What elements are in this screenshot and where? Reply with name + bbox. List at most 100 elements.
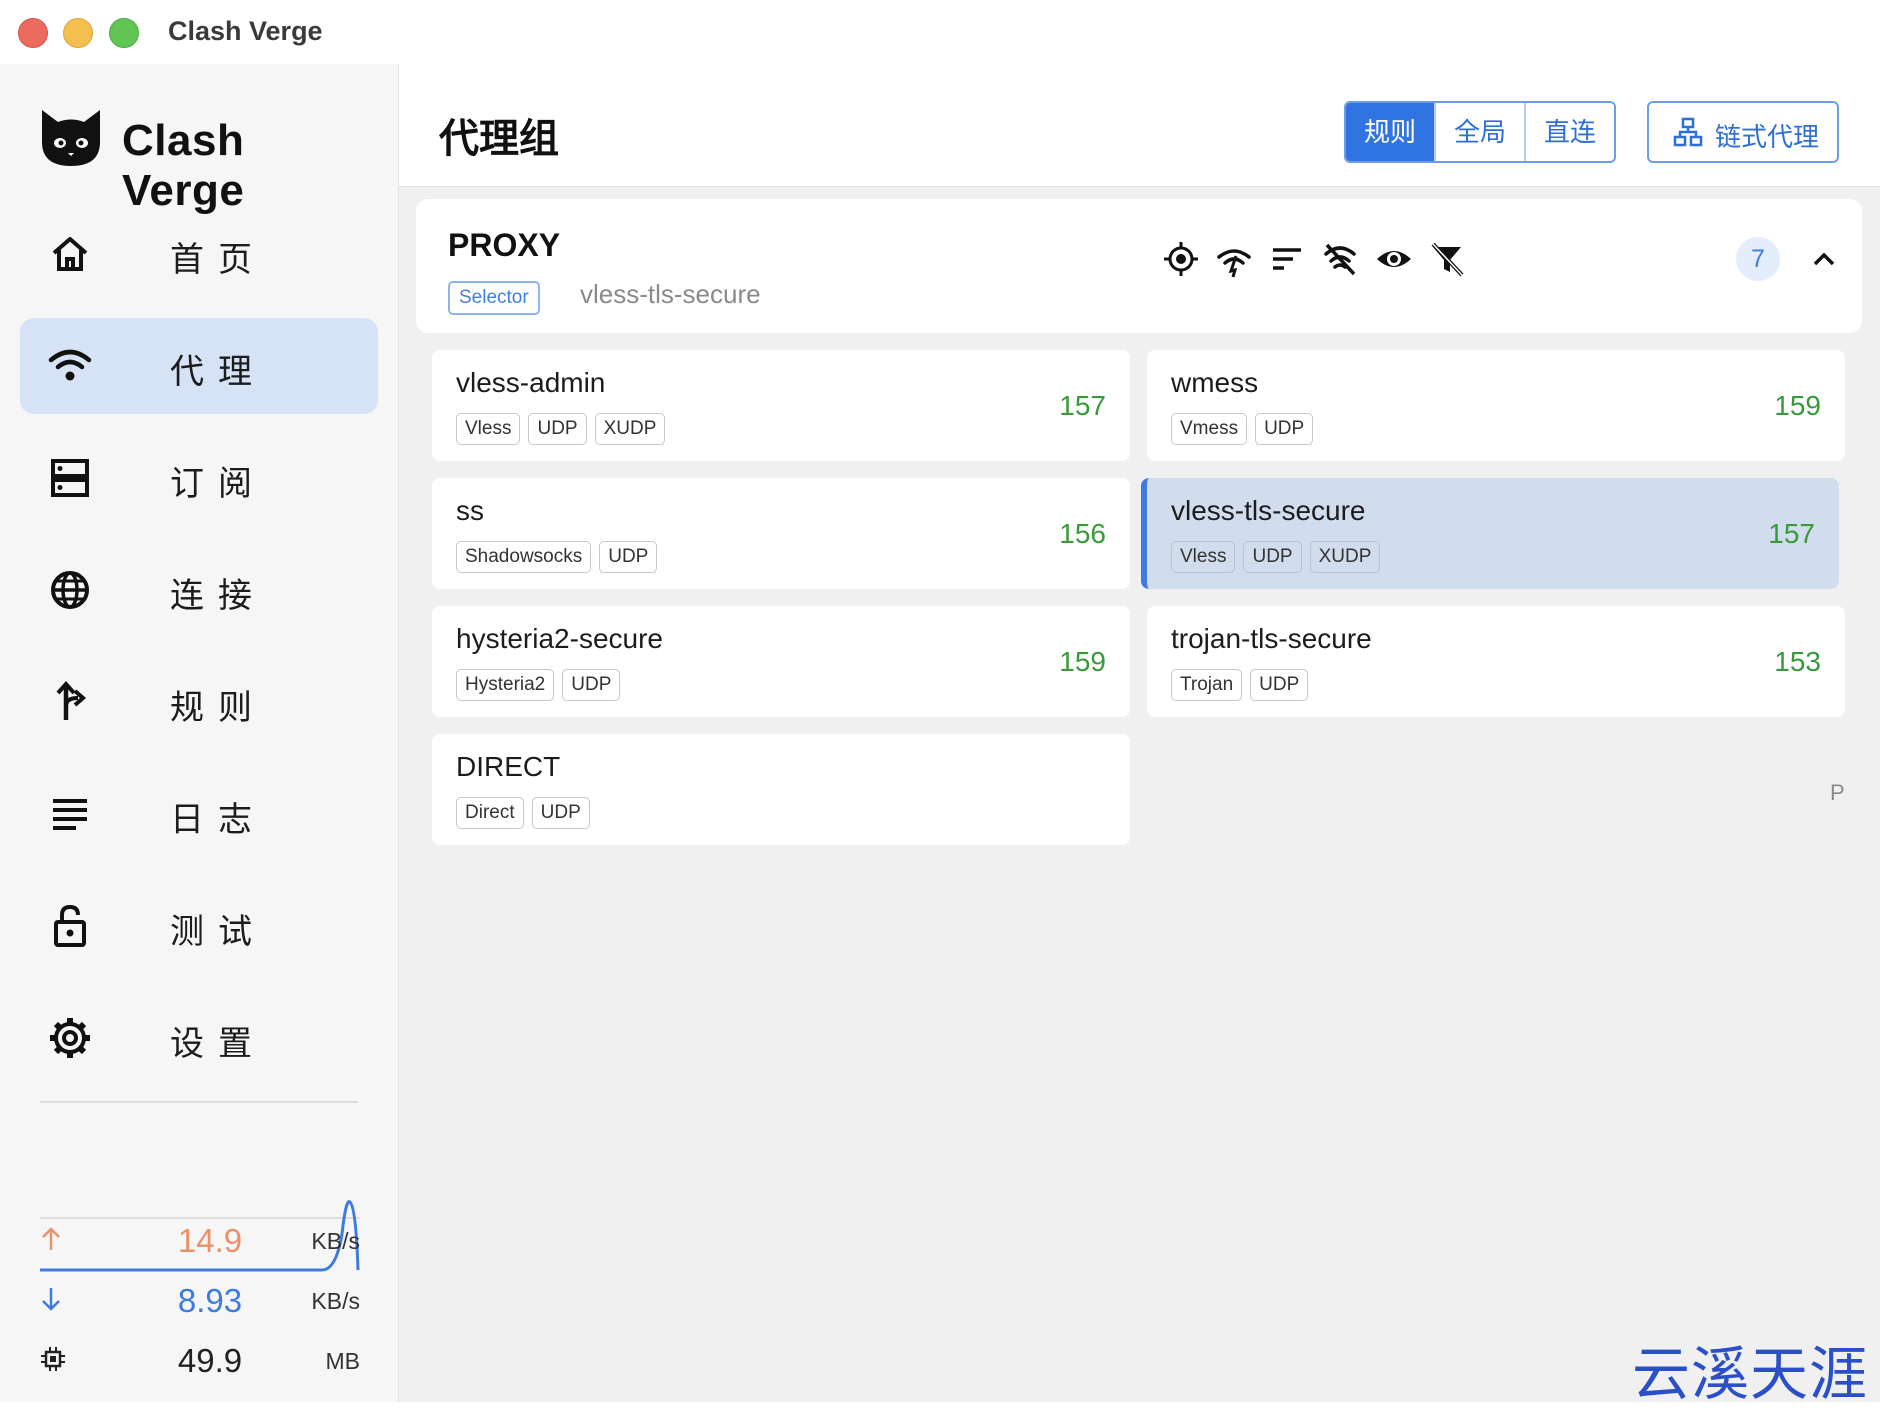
close-window-button[interactable] <box>18 18 48 48</box>
proxy-card[interactable]: wmess Vmess UDP 159 <box>1147 350 1845 461</box>
protocol-tag: Trojan <box>1171 669 1243 701</box>
udp-tag: UDP <box>599 541 658 573</box>
protocol-tag: Shadowsocks <box>456 541 592 573</box>
mode-direct-button[interactable]: 直连 <box>1526 103 1614 161</box>
server-icon <box>51 459 89 497</box>
brand: Clash Verge <box>38 104 378 215</box>
udp-tag: UDP <box>562 669 621 701</box>
memory-unit: MB <box>325 1348 361 1374</box>
mode-global-button[interactable]: 全局 <box>1436 103 1526 161</box>
protocol-tag: Direct <box>456 797 524 829</box>
home-icon <box>52 237 88 271</box>
page-title: 代理组 <box>439 117 559 161</box>
chain-proxy-button[interactable]: 链式代理 <box>1647 101 1839 163</box>
hierarchy-icon <box>1673 117 1703 147</box>
sidebar-item-label: 日志 <box>170 801 266 839</box>
proxy-tags: Shadowsocks UDP <box>456 541 658 573</box>
arrow-down-icon <box>42 1288 60 1311</box>
arrow-up-icon <box>42 1227 60 1250</box>
sidebar-item-rules[interactable]: 规则 <box>20 654 378 750</box>
download-speed: 8.93 KB/s <box>40 1276 360 1326</box>
scroll-index-letter[interactable]: P <box>1830 780 1845 806</box>
chain-proxy-label: 链式代理 <box>1715 122 1820 152</box>
main-content: 代理组 规则 全局 直连 链式代理 PROXY Selector vless-t… <box>399 64 1880 1402</box>
gear-icon <box>50 1018 90 1058</box>
proxy-delay[interactable]: 157 <box>1768 518 1815 550</box>
cat-logo-icon <box>42 110 100 166</box>
proxy-tags: Hysteria2 UDP <box>456 669 621 701</box>
filter-off-icon[interactable] <box>1427 239 1467 279</box>
minimize-window-button[interactable] <box>63 18 93 48</box>
sidebar-item-test[interactable]: 测试 <box>20 878 378 974</box>
sidebar-item-label: 设置 <box>170 1025 266 1063</box>
download-value: 8.93 <box>177 1282 243 1319</box>
protocol-tag: Hysteria2 <box>456 669 555 701</box>
protocol-tag: Vmess <box>1171 413 1248 445</box>
xudp-tag: XUDP <box>1309 541 1381 573</box>
filter-unavailable-icon[interactable] <box>1320 239 1360 279</box>
proxy-delay[interactable]: 159 <box>1774 390 1821 422</box>
sidebar-item-proxy[interactable]: 代理 <box>20 318 378 414</box>
route-icon <box>56 680 87 720</box>
upload-speed: 14.9 KB/s <box>40 1216 360 1266</box>
sidebar-item-logs[interactable]: 日志 <box>20 766 378 862</box>
group-current-proxy: vless-tls-secure <box>580 279 761 309</box>
sidebar-item-label: 连接 <box>170 577 266 615</box>
proxy-tags: Direct UDP <box>456 797 590 829</box>
page-header: 代理组 规则 全局 直连 链式代理 <box>399 64 1880 187</box>
sidebar-item-label: 代理 <box>170 353 266 391</box>
proxy-card[interactable]: vless-admin Vless UDP XUDP 157 <box>432 350 1130 461</box>
proxy-tags: Vmess UDP <box>1171 413 1314 445</box>
mode-rule-button[interactable]: 规则 <box>1346 103 1436 161</box>
proxy-group-header[interactable]: PROXY Selector vless-tls-secure 7 <box>416 199 1862 333</box>
group-type-badge: Selector <box>448 281 540 315</box>
proxy-card[interactable]: hysteria2-secure Hysteria2 UDP 159 <box>432 606 1130 717</box>
proxy-card[interactable]: ss Shadowsocks UDP 156 <box>432 478 1130 589</box>
proxy-name: hysteria2-secure <box>456 623 663 654</box>
proxy-name: vless-admin <box>456 367 606 398</box>
delay-test-icon[interactable] <box>1214 239 1254 279</box>
mode-switch: 规则 全局 直连 <box>1344 101 1616 163</box>
proxy-count-badge: 7 <box>1736 237 1780 281</box>
proxy-card[interactable]: trojan-tls-secure Trojan UDP 153 <box>1147 606 1845 717</box>
sidebar-item-home[interactable]: 首页 <box>20 206 378 302</box>
group-name: PROXY <box>448 227 561 263</box>
udp-tag: UDP <box>1250 669 1309 701</box>
sidebar-item-label: 订阅 <box>170 465 266 503</box>
wifi-icon <box>48 349 92 381</box>
eye-icon[interactable] <box>1374 239 1414 279</box>
proxy-delay[interactable]: 157 <box>1059 390 1106 422</box>
sidebar-item-subscriptions[interactable]: 订阅 <box>20 430 378 526</box>
proxy-card[interactable]: DIRECT Direct UDP <box>432 734 1130 845</box>
proxy-delay[interactable]: 159 <box>1059 646 1106 678</box>
udp-tag: UDP <box>528 413 587 445</box>
proxy-delay[interactable]: 153 <box>1774 646 1821 678</box>
proxy-name: ss <box>456 495 484 526</box>
protocol-tag: Vless <box>456 413 521 445</box>
sidebar-item-settings[interactable]: 设置 <box>20 990 378 1086</box>
memory-usage: 49.9 MB <box>40 1336 360 1386</box>
udp-tag: UDP <box>531 797 590 829</box>
sidebar-item-label: 测试 <box>170 913 266 951</box>
sidebar-divider <box>40 1101 358 1103</box>
zoom-window-button[interactable] <box>109 18 139 48</box>
collapse-icon[interactable] <box>1804 239 1844 279</box>
window-title: Clash Verge <box>168 16 323 46</box>
proxy-tags: Vless UDP XUDP <box>456 413 666 445</box>
upload-unit: KB/s <box>311 1228 360 1254</box>
proxy-tags: Vless UDP XUDP <box>1171 541 1381 573</box>
sidebar-item-label: 规则 <box>170 689 266 727</box>
lock-open-icon <box>54 904 86 947</box>
download-unit: KB/s <box>311 1288 360 1314</box>
proxy-delay[interactable]: 156 <box>1059 518 1106 550</box>
sidebar: Clash Verge 首页 代理 订阅 连接 规则 日志 测试 设置 14.9… <box>0 64 399 1402</box>
window-titlebar: Clash Verge <box>0 0 1880 64</box>
sort-icon[interactable] <box>1267 239 1307 279</box>
sidebar-item-connections[interactable]: 连接 <box>20 542 378 638</box>
chip-icon <box>41 1347 65 1371</box>
proxy-tags: Trojan UDP <box>1171 669 1309 701</box>
xudp-tag: XUDP <box>594 413 666 445</box>
proxy-card-selected[interactable]: vless-tls-secure Vless UDP XUDP 157 <box>1141 478 1839 589</box>
proxy-name: vless-tls-secure <box>1171 495 1366 526</box>
locate-icon[interactable] <box>1161 239 1201 279</box>
